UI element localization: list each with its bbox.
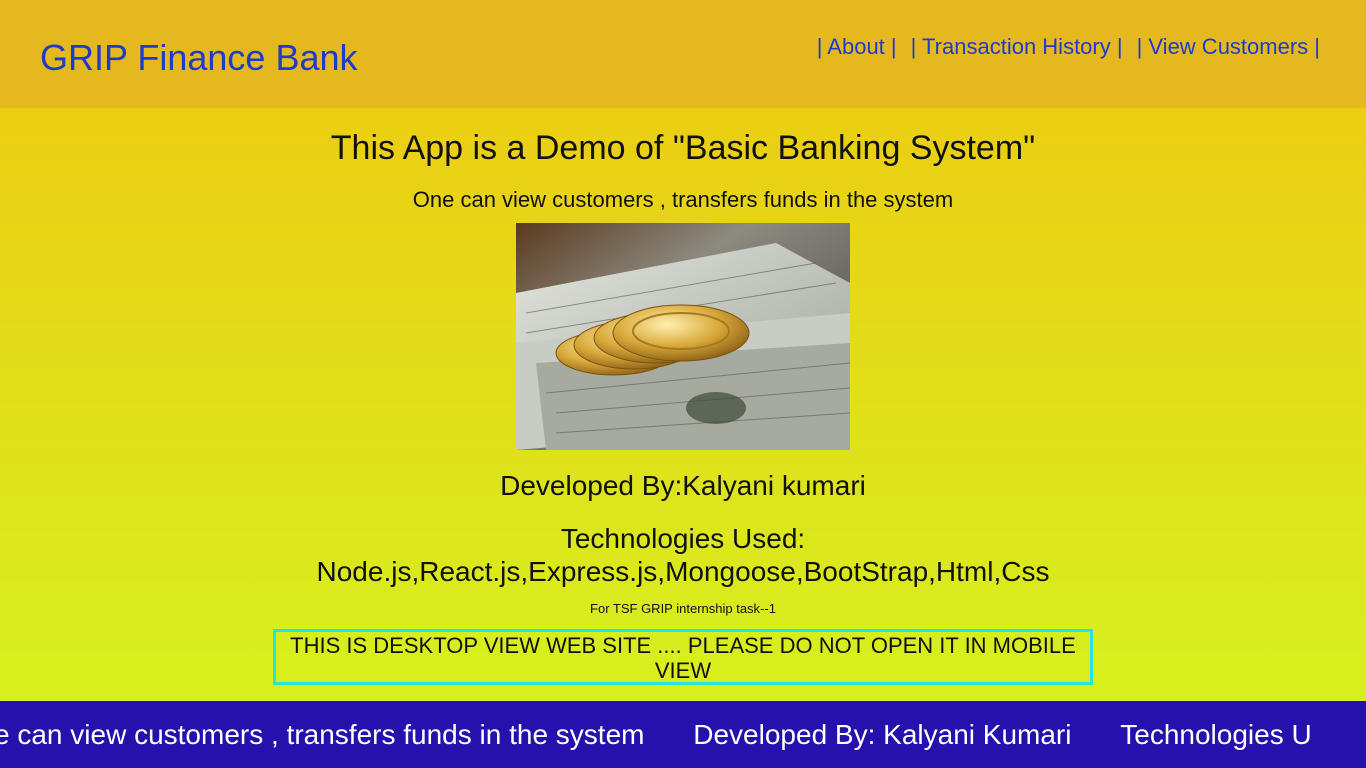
nav-link-view-customers[interactable]: | View Customers | <box>1137 34 1320 60</box>
navbar: GRIP Finance Bank | About | | Transactio… <box>0 0 1366 108</box>
page-title: This App is a Demo of "Basic Banking Sys… <box>330 129 1036 167</box>
desktop-view-warning: THIS IS DESKTOP VIEW WEB SITE .... PLEAS… <box>273 629 1093 685</box>
marquee-item: Developed By: Kalyani Kumari <box>693 719 1072 750</box>
developer-credit: Developed By:Kalyani kumari <box>500 470 866 501</box>
nav-link-transaction-history[interactable]: | Transaction History | <box>911 34 1123 60</box>
marquee-item: e can view customers , transfers funds i… <box>0 719 645 750</box>
technologies-list: Node.js,React.js,Express.js,Mongoose,Boo… <box>316 556 1050 587</box>
nav-link-about[interactable]: | About | <box>817 34 897 60</box>
technologies-label: Technologies Used: <box>560 523 806 554</box>
marquee-track: e can view customers , transfers funds i… <box>0 718 1353 752</box>
page-subtitle: One can view customers , transfers funds… <box>412 187 954 212</box>
marquee-footer: e can view customers , transfers funds i… <box>0 701 1366 768</box>
money-coins-image <box>516 223 850 450</box>
technologies-used: Technologies Used: Node.js,React.js,Expr… <box>0 522 1366 588</box>
brand-link[interactable]: GRIP Finance Bank <box>40 38 358 78</box>
marquee-item: Technologies U <box>1120 719 1312 750</box>
internship-note: For TSF GRIP internship task--1 <box>590 601 776 616</box>
main-content: This App is a Demo of "Basic Banking Sys… <box>0 108 1366 701</box>
nav-links: | About | | Transaction History | | View… <box>817 34 1320 60</box>
